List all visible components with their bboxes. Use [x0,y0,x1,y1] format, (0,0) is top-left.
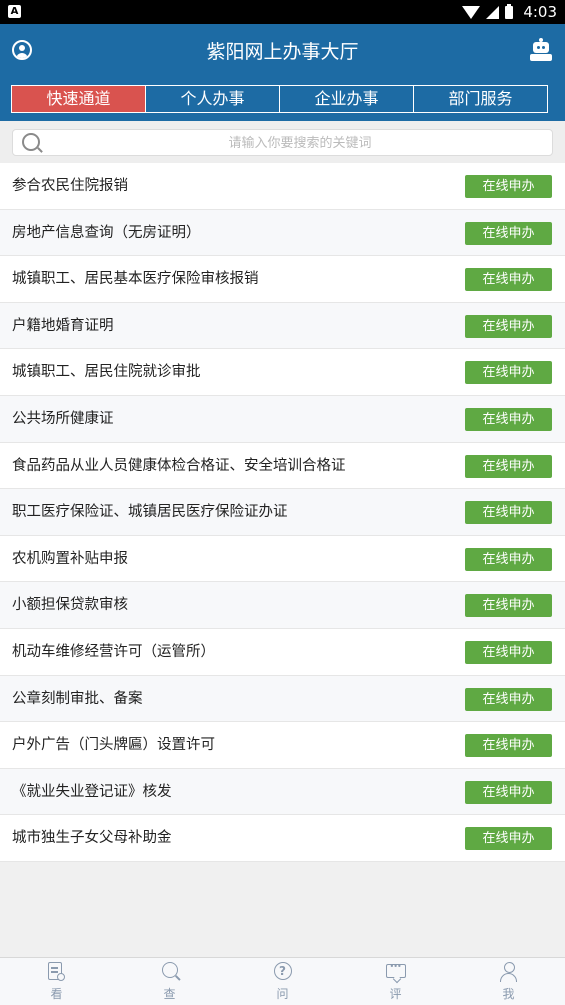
list-item[interactable]: 户外广告（门头牌匾）设置许可 在线申办 [0,722,565,769]
list-item[interactable]: 机动车维修经营许可（运管所） 在线申办 [0,628,565,676]
question-icon: ? [273,962,292,980]
list-item-label: 公共场所健康证 [12,410,114,427]
list-item-label: 公章刻制审批、备案 [12,690,143,707]
list-item-label: 户籍地婚育证明 [12,317,114,334]
document-search-icon [47,962,65,981]
notification-icon: A [8,5,21,18]
search-icon [22,133,40,151]
list-item-label: 参合农民住院报销 [12,178,128,194]
nav-item-ask[interactable]: ? 问 [226,958,339,1005]
apply-online-button[interactable]: 在线申办 [465,734,552,758]
list-item-label: 城市独生子女父母补助金 [12,830,172,847]
apply-online-button[interactable]: 在线申办 [465,221,552,245]
nav-label: 评 [389,987,402,1001]
search-bar [0,121,565,164]
apply-online-button[interactable]: 在线申办 [465,361,552,385]
list-item-label: 户外广告（门头牌匾）设置许可 [12,737,215,754]
wifi-icon [462,5,481,19]
status-time: 4:03 [523,3,557,21]
apply-online-button[interactable]: 在线申办 [465,827,552,851]
service-list: 参合农民住院报销 在线申办 房地产信息查询（无房证明） 在线申办 城镇职工、居民基本医疗… [0,163,565,862]
list-item[interactable]: 户籍地婚育证明 在线申办 [0,302,565,350]
list-item-label: 《就业失业登记证》核发 [12,783,172,800]
search-input[interactable] [53,130,547,157]
nav-item-search[interactable]: 查 [113,958,226,1005]
list-item-label: 城镇职工、居民住院就诊审批 [12,364,201,381]
list-item-label: 小额担保贷款审核 [12,597,128,614]
apply-online-button[interactable]: 在线申办 [465,594,552,618]
apply-online-button[interactable]: 在线申办 [465,780,552,804]
list-item[interactable]: 城市独生子女父母补助金 在线申办 [0,815,565,862]
apply-online-button[interactable]: 在线申办 [465,687,552,711]
battery-icon [505,3,514,19]
nav-label: 问 [276,987,289,1001]
nav-item-me[interactable]: 我 [452,958,565,1005]
list-item[interactable]: 农机购置补贴申报 在线申办 [0,535,565,583]
app-header: 紫阳网上办事大厅 [0,24,565,76]
apply-online-button[interactable]: 在线申办 [465,640,552,664]
search-icon [161,962,178,978]
bottom-nav: 看 查 ? 问 评 我 [0,957,565,1005]
nav-item-review[interactable]: 评 [339,958,452,1005]
list-item[interactable]: 城镇职工、居民住院就诊审批 在线申办 [0,349,565,396]
tab-bar: 快速通道 个人办事 企业办事 部门服务 [11,85,548,113]
list-item[interactable]: 房地产信息查询（无房证明） 在线申办 [0,209,565,257]
comment-icon [385,962,406,978]
signal-icon [486,5,500,19]
apply-online-button[interactable]: 在线申办 [465,175,552,198]
list-item-label: 机动车维修经营许可（运管所） [12,643,215,660]
list-item[interactable]: 参合农民住院报销 在线申办 [0,163,565,210]
list-item[interactable]: 公章刻制审批、备案 在线申办 [0,675,565,723]
tab-personal-affairs[interactable]: 个人办事 [145,86,279,112]
nav-item-look[interactable]: 看 [0,958,113,1005]
tab-enterprise-affairs[interactable]: 企业办事 [279,86,413,112]
status-bar: A 4:03 [0,0,565,24]
status-icons: 4:03 [462,3,557,21]
tab-bar-container: 快速通道 个人办事 企业办事 部门服务 [0,76,565,121]
apply-online-button[interactable]: 在线申办 [465,407,552,431]
apply-online-button[interactable]: 在线申办 [465,547,552,571]
page-title: 紫阳网上办事大厅 [206,41,359,63]
apply-online-button[interactable]: 在线申办 [465,314,552,338]
tab-quick-channel[interactable]: 快速通道 [12,86,145,112]
nav-label: 查 [163,987,176,1001]
list-item-label: 农机购置补贴申报 [12,550,128,567]
apply-online-button[interactable]: 在线申办 [465,501,552,525]
nav-label: 看 [50,987,63,1001]
search-box[interactable] [12,129,553,157]
list-item[interactable]: 职工医疗保险证、城镇居民医疗保险证办证 在线申办 [0,489,565,536]
apply-online-button[interactable]: 在线申办 [465,268,552,292]
list-item[interactable]: 食品药品从业人员健康体检合格证、安全培训合格证 在线申办 [0,442,565,490]
list-item[interactable]: 公共场所健康证 在线申办 [0,395,565,443]
list-item[interactable]: 城镇职工、居民基本医疗保险审核报销 在线申办 [0,256,565,303]
list-item-label: 职工医疗保险证、城镇居民医疗保险证办证 [12,504,288,521]
list-item-label: 城镇职工、居民基本医疗保险审核报销 [12,271,259,288]
list-item[interactable]: 《就业失业登记证》核发 在线申办 [0,768,565,816]
tab-department-services[interactable]: 部门服务 [413,86,547,112]
list-item[interactable]: 小额担保贷款审核 在线申办 [0,582,565,629]
list-item-label: 房地产信息查询（无房证明） [12,224,201,241]
user-icon [499,962,519,982]
list-item-label: 食品药品从业人员健康体检合格证、安全培训合格证 [12,457,346,474]
nav-label: 我 [502,987,515,1001]
robot-icon[interactable] [530,38,552,62]
apply-online-button[interactable]: 在线申办 [465,454,552,478]
